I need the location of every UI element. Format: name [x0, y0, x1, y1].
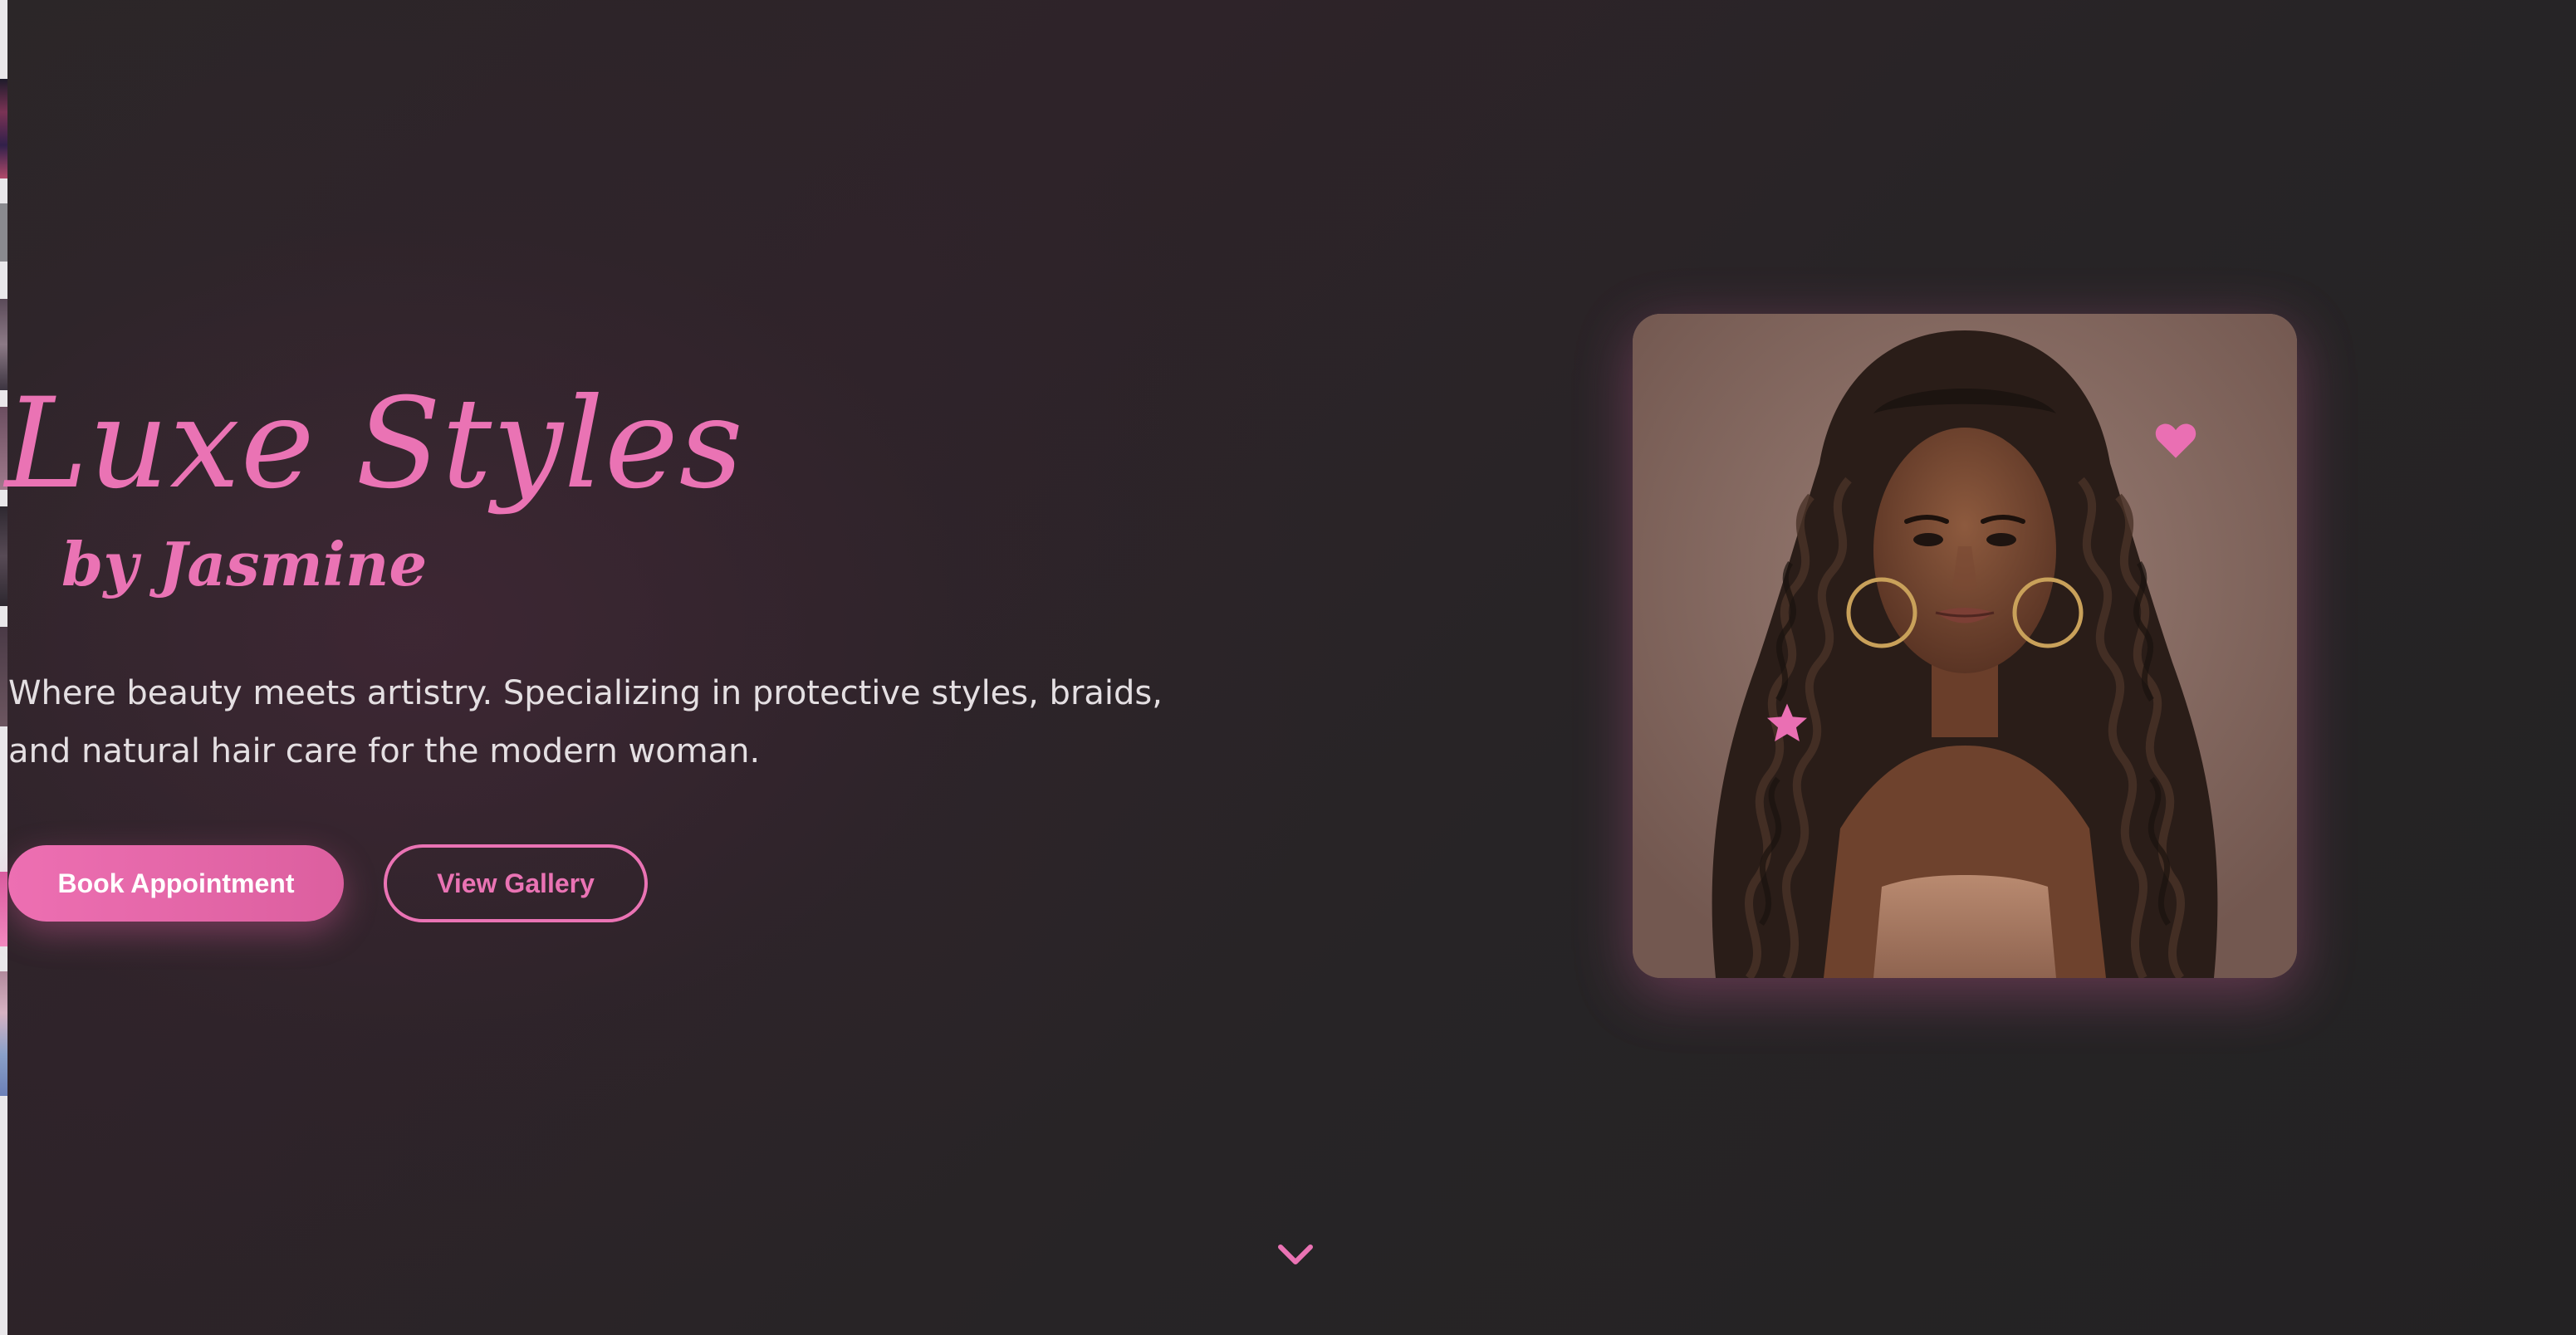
view-gallery-button[interactable]: View Gallery — [384, 844, 648, 922]
heart-icon — [2155, 423, 2196, 458]
hero-description: Where beauty meets artistry. Specializin… — [8, 674, 1163, 770]
book-appointment-button[interactable]: Book Appointment — [8, 845, 344, 922]
hero-section: Luxe Styles by Jasmine Where beauty meet… — [0, 0, 2576, 1335]
brand-title: Luxe Styles — [5, 372, 744, 516]
hero-photo — [1633, 314, 2297, 978]
chevron-down-icon[interactable] — [1276, 1239, 1315, 1272]
star-icon — [1766, 703, 1808, 741]
brand-subtitle: by Jasmine — [61, 529, 428, 599]
adjacent-window-edge — [0, 0, 7, 1335]
